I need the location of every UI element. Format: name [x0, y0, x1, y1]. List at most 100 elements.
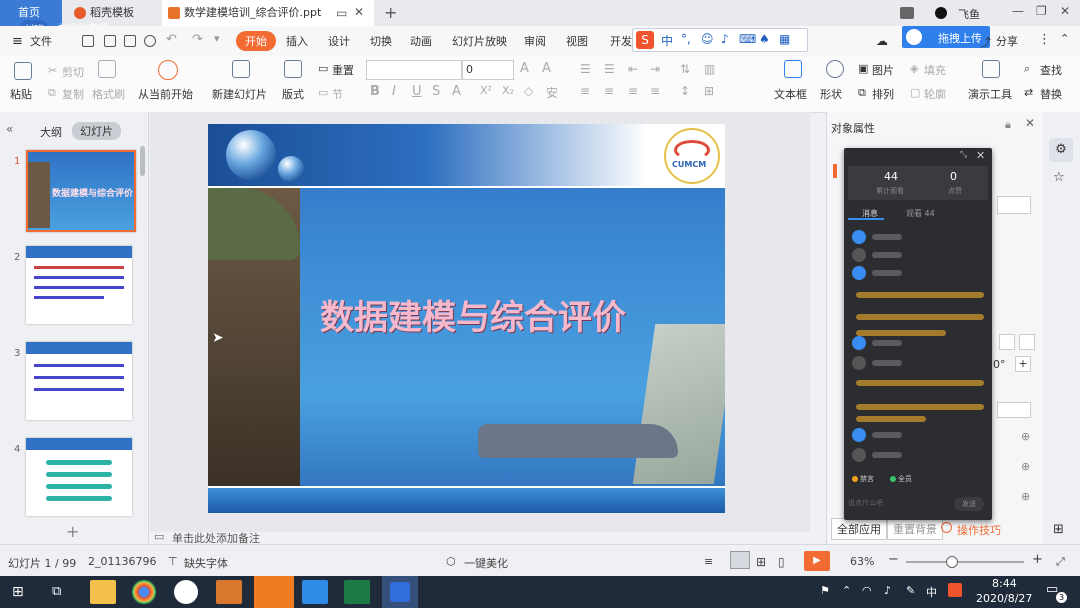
menu-transition[interactable]: 切换 [370, 33, 392, 49]
slide-thumbnail-2[interactable] [26, 246, 132, 324]
zoom-out-icon[interactable]: − [888, 552, 899, 567]
format-painter-button[interactable]: 格式刷 [92, 86, 125, 102]
toolbox-icon[interactable]: ▦ [779, 32, 790, 46]
panel-title[interactable]: 对象属性 [831, 120, 875, 136]
share-button[interactable]: 分享 [996, 33, 1018, 49]
new-slide-icon[interactable] [232, 60, 250, 78]
find-icon[interactable]: ⌕ [1024, 62, 1030, 76]
slide-title[interactable]: 数据建模与综合评价 [320, 290, 626, 339]
collapse-panel-icon[interactable]: « [6, 122, 13, 136]
panel-resize-icon[interactable]: ⤡ [960, 150, 967, 160]
slider-plus-icon[interactable]: ⊕ [1021, 460, 1030, 473]
menu-slideshow[interactable]: 幻灯片放映 [452, 33, 507, 49]
texture-button[interactable] [1019, 334, 1035, 350]
missing-font-icon[interactable]: ⊤ [168, 555, 178, 568]
slide-thumbnail-4[interactable] [26, 438, 132, 516]
emoji-icon[interactable]: ☺ [701, 32, 714, 46]
excel-icon[interactable] [344, 580, 370, 604]
reset-icon[interactable]: ▭ [318, 62, 328, 75]
menu-developer[interactable]: 开发 [610, 33, 632, 49]
underline-icon[interactable]: U [412, 84, 422, 99]
window-close-icon[interactable]: ✕ [1060, 4, 1070, 18]
bullets-icon[interactable]: ☰ [580, 62, 591, 76]
share-icon[interactable]: ⤴ [980, 34, 991, 50]
keyboard-icon[interactable]: ⌨ [739, 32, 756, 46]
network-icon[interactable]: ◠ [862, 584, 872, 597]
font-family-select[interactable] [366, 60, 462, 80]
save-icon[interactable] [82, 35, 94, 47]
text-direction-icon[interactable]: ⇅ [680, 62, 690, 76]
layout-icon[interactable] [284, 60, 302, 78]
matlab-icon[interactable] [216, 580, 242, 604]
tips-link[interactable]: 操作技巧 [957, 522, 1001, 538]
file-explorer-icon[interactable] [90, 580, 116, 604]
account-name[interactable]: 飞鱼 [958, 6, 980, 22]
shape-icon[interactable] [826, 60, 844, 78]
presentation-tools-icon[interactable] [982, 60, 1000, 78]
volume-icon[interactable]: ♪ [884, 584, 891, 597]
copy-button[interactable]: 复制 [62, 86, 84, 102]
lock-icon[interactable]: 🔒︎ [1005, 118, 1011, 132]
mute-option[interactable]: 禁言 [860, 474, 874, 484]
tab-docer-templates[interactable]: 稻壳模板 [68, 0, 160, 26]
print-icon[interactable] [124, 35, 136, 47]
slider-plus-icon[interactable]: ⊕ [1021, 490, 1030, 503]
beautify-icon[interactable]: ⬡ [446, 555, 456, 568]
live-panel-close-icon[interactable]: ✕ [976, 149, 985, 162]
zoom-slider-knob[interactable] [945, 556, 958, 568]
menu-file[interactable]: 文件 [30, 33, 52, 49]
windows-start-icon[interactable]: ⊞ [12, 584, 24, 600]
presentation-tools-button[interactable]: 演示工具 [968, 86, 1012, 102]
slide-canvas[interactable]: CUMCM 数据建模与综合评价 [208, 124, 725, 513]
shrink-font-icon[interactable]: A [542, 61, 551, 76]
menu-animation[interactable]: 动画 [410, 33, 432, 49]
tray-app-icon[interactable]: ⚑ [820, 584, 830, 597]
zoom-slider[interactable] [906, 556, 1024, 568]
avatar[interactable] [935, 7, 947, 19]
chrome-icon[interactable] [132, 580, 156, 604]
thumbnail-scrollbar[interactable] [140, 146, 145, 176]
outline-icon[interactable]: ▢ [910, 86, 920, 99]
punctuation-icon[interactable]: °, [681, 32, 691, 46]
drag-upload-button[interactable]: 拖拽上传 [902, 26, 990, 48]
image-icon[interactable]: ▣ [858, 62, 868, 75]
tips-icon[interactable] [941, 522, 952, 533]
close-tab-icon[interactable]: ✕ [354, 5, 364, 19]
superscript-icon[interactable]: X² [480, 84, 492, 97]
cut-icon[interactable]: ✂ [48, 64, 57, 77]
mute-toggle-icon[interactable] [852, 476, 858, 482]
slide-sorter-icon[interactable]: ⊞ [756, 555, 766, 569]
subscript-icon[interactable]: X₂ [502, 84, 514, 97]
new-tab-icon[interactable]: + [384, 3, 397, 22]
find-button[interactable]: 查找 [1040, 62, 1062, 78]
copy-icon[interactable]: ⧉ [48, 86, 56, 100]
chat-input[interactable]: 说点什么吧 [848, 498, 948, 512]
menu-insert[interactable]: 插入 [286, 33, 308, 49]
section-button[interactable]: 节 [332, 86, 343, 102]
section-icon[interactable]: ▭ [318, 86, 328, 99]
cloud-icon[interactable]: ☁ [876, 34, 888, 48]
layout-button[interactable]: 版式 [282, 86, 304, 102]
normal-view-icon[interactable] [730, 551, 750, 569]
more-options-icon[interactable]: ⋮ [1038, 32, 1051, 47]
minimize-icon[interactable]: — [1012, 4, 1024, 18]
all-members-icon[interactable] [890, 476, 896, 482]
slide-thumbnail-3[interactable] [26, 342, 132, 420]
slideshow-play-button[interactable]: ▶ [804, 551, 830, 571]
font-size-select[interactable]: 0 [462, 60, 514, 80]
menu-review[interactable]: 审阅 [524, 33, 546, 49]
justify-icon[interactable]: ≡ [650, 84, 660, 98]
sogou-icon[interactable]: S [636, 31, 654, 49]
tencent-meeting-icon[interactable] [302, 580, 328, 604]
outline-button[interactable]: 轮廓 [924, 86, 946, 102]
ime-indicator[interactable]: 中 [926, 584, 937, 600]
textbox-button[interactable]: 文本框 [774, 86, 807, 102]
zoom-level[interactable]: 63% [850, 555, 874, 568]
beautify-button[interactable]: 一键美化 [464, 555, 508, 571]
wps-taskbar-button[interactable] [382, 576, 418, 608]
restore-icon[interactable]: ❐ [1036, 4, 1047, 18]
align-right-icon[interactable]: ≡ [628, 84, 638, 98]
slide-thumbnail-1[interactable]: 数据建模与综合评价 [26, 150, 136, 232]
gradient-button[interactable] [999, 334, 1015, 350]
columns-icon[interactable]: ▥ [704, 62, 715, 76]
